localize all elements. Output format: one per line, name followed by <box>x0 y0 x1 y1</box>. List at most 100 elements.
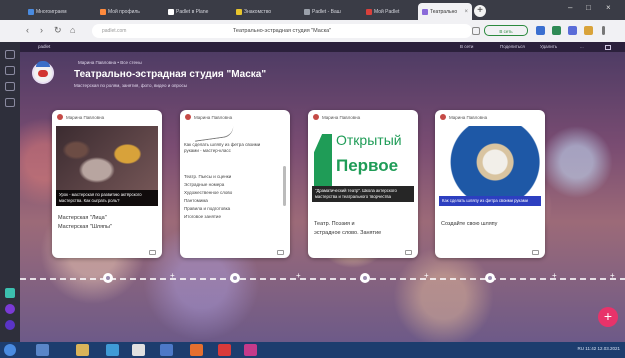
new-tab-button[interactable]: + <box>474 5 486 17</box>
comment-icon[interactable] <box>277 250 284 255</box>
reload-button[interactable]: ↻ <box>54 25 62 36</box>
logo-text: Первое <box>336 156 399 175</box>
comment-icon[interactable] <box>532 250 539 255</box>
back-button[interactable]: ‹ <box>26 25 29 35</box>
doc-line: Театр. Пьесы и сценки <box>184 174 232 179</box>
share-link[interactable]: Поделиться <box>500 44 525 49</box>
browser-tab[interactable]: Padlet в Plane <box>164 3 230 20</box>
browser-tab[interactable]: Знакомство <box>232 3 298 20</box>
post-header: Марина Павловна <box>308 110 418 124</box>
taskbar-app-icon[interactable] <box>132 344 145 356</box>
delete-link[interactable]: Удалить <box>540 44 557 49</box>
home-button[interactable]: ⌂ <box>70 25 75 35</box>
tab-label: Театрально <box>430 8 458 15</box>
post-text-line: Театр. Поэзия и <box>314 221 355 227</box>
tab-label: Мой профиль <box>108 8 140 15</box>
taskbar-app-icon[interactable] <box>36 344 49 356</box>
sidebar-app-icon[interactable] <box>5 82 15 91</box>
tab-favicon-icon <box>366 8 372 15</box>
taskbar-app-icon[interactable] <box>244 344 257 356</box>
browser-tab-active[interactable]: Театрально × <box>418 3 472 20</box>
comment-icon[interactable] <box>405 250 412 255</box>
address-bar: ‹ › ↻ ⌂ padlet.com Театрально-эстрадная … <box>0 20 625 43</box>
timeline-node[interactable] <box>230 273 240 283</box>
timeline-add-icon[interactable]: + <box>552 271 557 280</box>
tab-label: Padlet - Ваш <box>312 8 341 15</box>
bookmark-icon[interactable] <box>472 27 480 35</box>
status-pill[interactable]: В сеть <box>484 25 528 36</box>
extension-icon[interactable] <box>552 26 561 35</box>
post-text-line: Мастерская "Шляпы" <box>58 224 112 230</box>
menu-icon[interactable] <box>602 26 605 35</box>
doc-line: Правила и подготовка <box>184 206 231 211</box>
post-card[interactable]: Марина Павловна Урок - мастерская по раз… <box>52 110 162 258</box>
padlet-logo-label[interactable]: padlet <box>38 44 50 49</box>
close-window-button[interactable]: × <box>606 3 611 12</box>
settings-icon[interactable] <box>605 45 611 50</box>
tab-favicon-icon <box>100 8 106 15</box>
taskbar-app-icon[interactable] <box>160 344 173 356</box>
tab-favicon-icon <box>422 8 428 15</box>
taskbar-app-icon[interactable] <box>76 344 89 356</box>
comment-icon[interactable] <box>149 250 156 255</box>
post-author: Марина Павловна <box>322 114 361 120</box>
tab-label: Padlet в Plane <box>176 8 209 15</box>
sidebar-app-icon[interactable] <box>5 320 15 330</box>
browser-tab[interactable]: Padlet - Ваш <box>300 3 360 20</box>
doc-line: Итоговое занятие <box>184 214 221 219</box>
post-header: Марина Павловна <box>435 110 545 124</box>
timeline-add-icon[interactable]: + <box>424 271 429 280</box>
system-tray[interactable]: RU 11:42 12.03.2021 <box>578 346 620 351</box>
post-card[interactable]: Марина Павловна Как сделать шляпу из фет… <box>435 110 545 258</box>
post-footer <box>435 246 545 258</box>
photo-caption: Урок - мастерская по развитию актёрского… <box>56 190 158 206</box>
taskbar-app-icon[interactable] <box>190 344 203 356</box>
timeline-add-icon[interactable]: + <box>296 271 301 280</box>
minimize-button[interactable]: – <box>568 3 572 12</box>
start-button[interactable] <box>4 344 16 356</box>
browser-tab[interactable]: Многоиграем <box>24 3 94 20</box>
sidebar-app-icon[interactable] <box>5 66 15 75</box>
taskbar-app-icon[interactable] <box>106 344 119 356</box>
board-toolbar: padlet В сети Поделиться Удалить ... <box>20 42 625 52</box>
browser-tab[interactable]: Мой профиль <box>96 3 162 20</box>
forward-button[interactable]: › <box>40 25 43 35</box>
maximize-button[interactable]: □ <box>586 3 591 12</box>
timeline-node[interactable] <box>360 273 370 283</box>
browser-tab[interactable]: Мой Padlet <box>362 3 416 20</box>
extension-icon[interactable] <box>536 26 545 35</box>
post-card[interactable]: Марина Павловна Открытый Первое "Драмати… <box>308 110 418 258</box>
timeline-add-icon[interactable]: + <box>170 271 175 280</box>
close-icon[interactable]: × <box>464 9 468 15</box>
board-avatar <box>32 61 54 84</box>
add-post-button[interactable]: + <box>598 307 618 327</box>
post-photo[interactable]: Урок - мастерская по развитию актёрского… <box>56 126 158 206</box>
more-link[interactable]: ... <box>580 44 584 49</box>
sidebar-app-icon[interactable] <box>5 304 15 314</box>
extension-icon[interactable] <box>584 26 593 35</box>
sidebar-app-icon[interactable] <box>5 98 15 107</box>
browser-sidebar <box>0 42 20 342</box>
sidebar-app-icon[interactable] <box>5 50 15 59</box>
tab-label: Знакомство <box>244 8 272 15</box>
post-text-line: эстрадное слово. Занятие <box>314 230 382 236</box>
url-field[interactable]: padlet.com Театрально-эстрадная студия "… <box>92 24 472 38</box>
link-caption: "Драматический театр". Школа актерского … <box>312 186 414 202</box>
timeline-node[interactable] <box>103 273 113 283</box>
post-card[interactable]: Марина Павловна Как сделать шляпу из фет… <box>180 110 290 258</box>
signature-mark <box>193 125 235 142</box>
doc-scrollbar[interactable] <box>283 166 286 206</box>
extension-icon[interactable] <box>568 26 577 35</box>
taskbar-app-icon[interactable] <box>218 344 231 356</box>
timeline-node[interactable] <box>485 273 495 283</box>
page-title: Театрально-эстрадная студия "Маска" <box>74 69 267 80</box>
sidebar-app-icon[interactable] <box>5 288 15 298</box>
breadcrumb[interactable]: Марина Павловна • Все стены <box>78 60 142 65</box>
browser-tab-strip: Многоиграем Мой профиль Padlet в Plane З… <box>0 0 625 20</box>
doc-line: руками - мастер-класс <box>184 148 231 153</box>
logo-shape <box>314 134 332 186</box>
post-photo[interactable]: Как сделать шляпу из фетра своими руками <box>439 126 541 206</box>
document-preview[interactable]: Как сделать шляпу из фетра своими руками… <box>184 125 286 246</box>
timeline-add-icon[interactable]: + <box>610 271 615 280</box>
doc-line: Как сделать шляпу из фетра своими <box>184 142 261 147</box>
